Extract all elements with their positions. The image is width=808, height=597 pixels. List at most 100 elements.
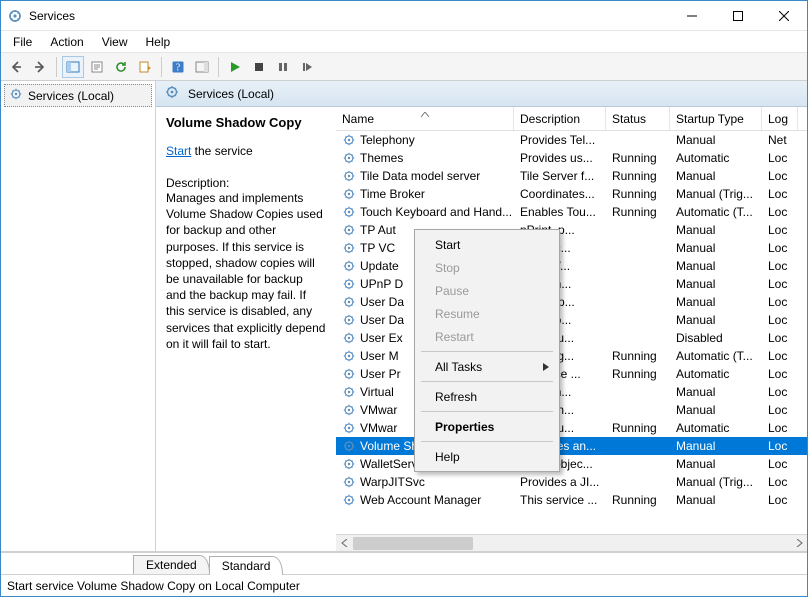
pause-service-button[interactable] [272, 56, 294, 78]
service-status: Running [606, 349, 670, 363]
service-startup-type: Manual [670, 457, 762, 471]
show-hide-tree-button[interactable] [62, 56, 84, 78]
stop-service-button[interactable] [248, 56, 270, 78]
forward-button[interactable] [29, 56, 51, 78]
tree-item-services-local[interactable]: Services (Local) [4, 84, 152, 107]
scroll-right-icon[interactable] [790, 536, 807, 551]
help-toolbar-button[interactable]: ? [167, 56, 189, 78]
restart-service-button[interactable] [296, 56, 318, 78]
service-logon: Loc [762, 223, 798, 237]
ctx-all-tasks[interactable]: All Tasks [417, 355, 557, 378]
service-row[interactable]: Virtualvides m...ManualLoc [336, 383, 807, 401]
menu-help[interactable]: Help [138, 33, 179, 51]
service-description: Provides a JI... [514, 475, 606, 489]
service-logon: Loc [762, 349, 798, 363]
service-status: Running [606, 187, 670, 201]
column-status-label: Status [612, 112, 646, 126]
column-logon[interactable]: Log [762, 107, 798, 130]
gear-icon [342, 187, 356, 201]
service-row[interactable]: WarpJITSvcProvides a JI...Manual (Trig..… [336, 473, 807, 491]
export-list-button[interactable] [134, 56, 156, 78]
service-row[interactable]: VMwarware Sn...ManualLoc [336, 401, 807, 419]
scrollbar-thumb[interactable] [353, 537, 473, 550]
service-name: UPnP D [360, 277, 403, 291]
gear-icon [342, 223, 356, 237]
service-logon: Loc [762, 277, 798, 291]
service-row[interactable]: Tile Data model serverTile Server f...Ru… [336, 167, 807, 185]
ctx-properties[interactable]: Properties [417, 415, 557, 438]
gear-icon [342, 457, 356, 471]
ctx-separator [421, 381, 553, 382]
sort-ascending-icon [421, 106, 429, 120]
service-name-heading: Volume Shadow Copy [166, 115, 326, 130]
minimize-button[interactable] [669, 1, 715, 30]
ctx-separator [421, 351, 553, 352]
submenu-caret-icon [543, 360, 549, 374]
service-name: Telephony [360, 133, 415, 147]
service-row[interactable]: User Exvides su...DisabledLoc [336, 329, 807, 347]
ctx-start[interactable]: Start [417, 233, 557, 256]
ctx-restart: Restart [417, 325, 557, 348]
service-row[interactable]: Web Account ManagerThis service ...Runni… [336, 491, 807, 509]
service-startup-type: Manual (Trig... [670, 187, 762, 201]
service-row[interactable]: TP AutnPrint .p...ManualLoc [336, 221, 807, 239]
service-startup-type: Manual [670, 277, 762, 291]
service-row[interactable]: VMwarvides su...RunningAutomaticLoc [336, 419, 807, 437]
list-body[interactable]: TelephonyProvides Tel...ManualNetThemesP… [336, 131, 807, 534]
service-row[interactable]: User Davides ap...ManualLoc [336, 293, 807, 311]
service-row[interactable]: Touch Keyboard and Hand...Enables Tou...… [336, 203, 807, 221]
service-logon: Loc [762, 331, 798, 345]
gear-icon [342, 259, 356, 273]
service-row[interactable]: TelephonyProvides Tel...ManualNet [336, 131, 807, 149]
service-name: TP VC [360, 241, 395, 255]
column-desc-label: Description [520, 112, 580, 126]
column-status[interactable]: Status [606, 107, 670, 130]
service-startup-type: Manual [670, 295, 762, 309]
tab-extended[interactable]: Extended [133, 555, 210, 574]
properties-toolbar-button[interactable] [86, 56, 108, 78]
menu-file[interactable]: File [5, 33, 40, 51]
gear-icon [342, 421, 356, 435]
service-startup-type: Manual [670, 439, 762, 453]
close-button[interactable] [761, 1, 807, 30]
action-pane-button[interactable] [191, 56, 213, 78]
ctx-separator [421, 441, 553, 442]
service-row[interactable]: ThemesProvides us...RunningAutomaticLoc [336, 149, 807, 167]
service-name: Tile Data model server [360, 169, 480, 183]
service-name: User M [360, 349, 399, 363]
description-label: Description: [166, 176, 326, 190]
maximize-button[interactable] [715, 1, 761, 30]
gear-icon [342, 493, 356, 507]
main-area: Services (Local) Services (Local) Volume… [1, 81, 807, 552]
service-row[interactable]: User Mr Manag...RunningAutomatic (T...Lo… [336, 347, 807, 365]
service-logon: Loc [762, 421, 798, 435]
menu-view[interactable]: View [94, 33, 136, 51]
service-row[interactable]: TP VCnPrint c...ManualLoc [336, 239, 807, 257]
service-row[interactable]: UPnP Dws UPn...ManualLoc [336, 275, 807, 293]
ctx-help[interactable]: Help [417, 445, 557, 468]
service-row[interactable]: Volume Shadow CopyManages an...ManualLoc [336, 437, 807, 455]
column-description[interactable]: Description [514, 107, 606, 130]
service-row[interactable]: User Prs service ...RunningAutomaticLoc [336, 365, 807, 383]
gear-icon [342, 151, 356, 165]
scroll-left-icon[interactable] [336, 536, 353, 551]
start-service-button[interactable] [224, 56, 246, 78]
column-startup-type[interactable]: Startup Type [670, 107, 762, 130]
service-row[interactable]: Time BrokerCoordinates...RunningManual (… [336, 185, 807, 203]
horizontal-scrollbar[interactable] [336, 534, 807, 551]
list-header: Name Description Status Startup Type Log [336, 107, 807, 131]
menu-action[interactable]: Action [42, 33, 91, 51]
gear-icon [164, 84, 180, 103]
service-row[interactable]: User Dadles sto...ManualLoc [336, 311, 807, 329]
column-name[interactable]: Name [336, 107, 514, 130]
start-service-link[interactable]: Start [166, 144, 191, 158]
ctx-refresh[interactable]: Refresh [417, 385, 557, 408]
tab-standard[interactable]: Standard [209, 556, 284, 575]
service-name: Virtual [360, 385, 394, 399]
refresh-toolbar-button[interactable] [110, 56, 132, 78]
service-row[interactable]: WalletServiceHosts objec...ManualLoc [336, 455, 807, 473]
ctx-stop: Stop [417, 256, 557, 279]
service-row[interactable]: Updateages W...ManualLoc [336, 257, 807, 275]
service-logon: Loc [762, 151, 798, 165]
back-button[interactable] [5, 56, 27, 78]
